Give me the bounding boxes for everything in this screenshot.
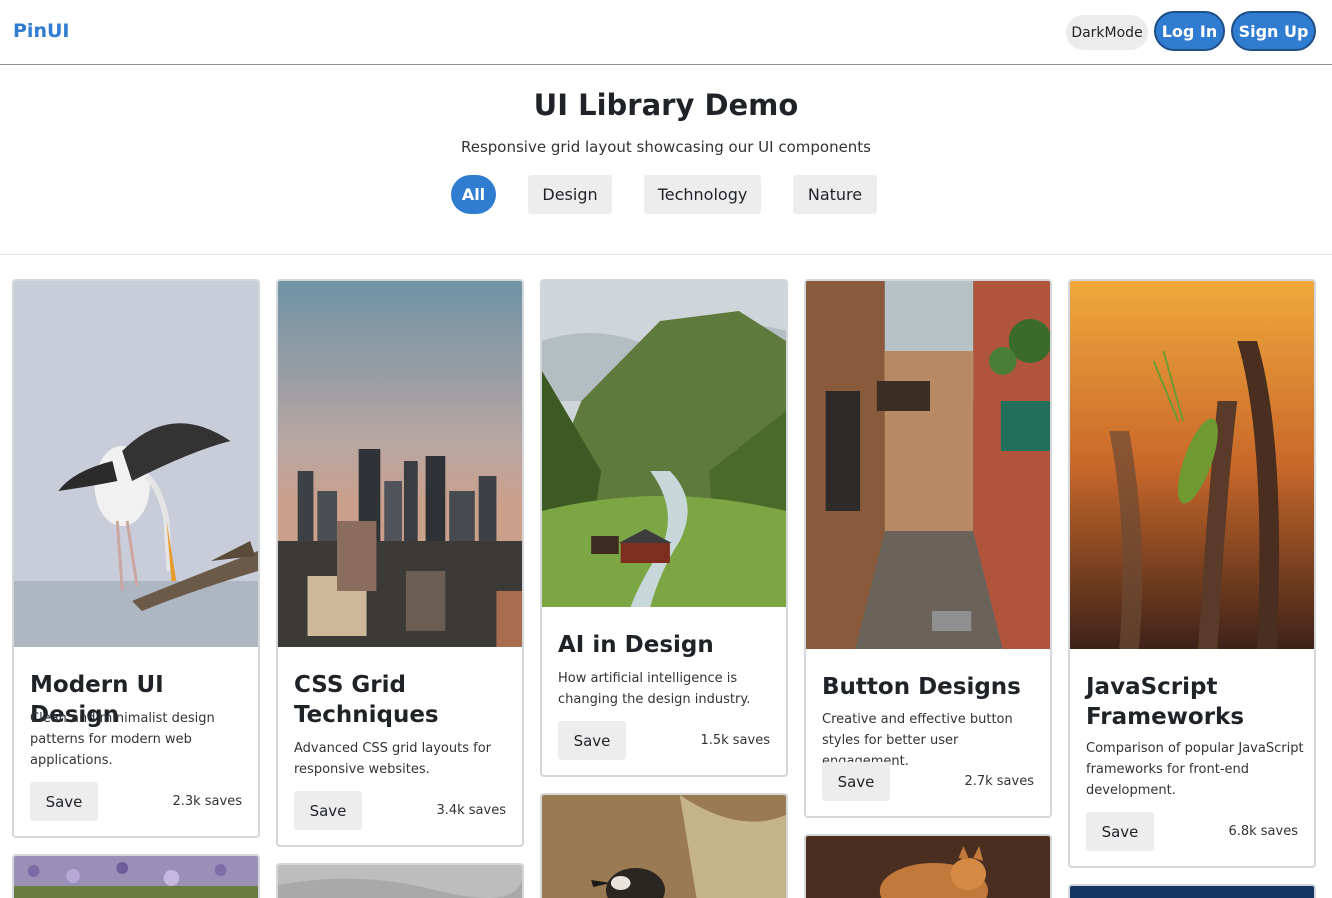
card-image-city[interactable]: [278, 281, 522, 647]
card-title: Button Designs: [822, 674, 1021, 700]
card-title: CSS Grid Techniques: [294, 672, 439, 728]
card-css-grid-techniques[interactable]: CSS Grid Techniques Advanced CSS grid la…: [276, 279, 524, 847]
filter-design[interactable]: Design: [528, 175, 612, 214]
filter-technology[interactable]: Technology: [644, 175, 761, 214]
card-image-dog[interactable]: [806, 836, 1050, 898]
card-javascript-frameworks[interactable]: JavaScript Frameworks Comparison of popu…: [1068, 279, 1316, 868]
save-button[interactable]: Save: [1086, 812, 1154, 851]
card-image-gray-texture[interactable]: [278, 865, 522, 898]
card-image-alley[interactable]: [806, 281, 1050, 649]
save-button[interactable]: Save: [558, 721, 626, 760]
card-image-grasshopper[interactable]: [1070, 281, 1314, 649]
login-button[interactable]: Log In: [1154, 11, 1225, 51]
card-description: Clean and minimalist design patterns for…: [30, 711, 215, 768]
card-image-flowers[interactable]: [14, 856, 258, 898]
page-subtitle: Responsive grid layout showcasing our UI…: [460, 138, 872, 156]
card-description: How artificial intelligence is changing …: [558, 671, 751, 707]
save-count: 1.5k saves: [700, 733, 770, 748]
save-button[interactable]: Save: [30, 782, 98, 821]
brand-logo[interactable]: PinUI: [13, 20, 69, 42]
card-description: Comparison of popular JavaScript framewo…: [1086, 741, 1304, 798]
card-description: Advanced CSS grid layouts for responsive…: [294, 741, 491, 777]
page-title: UI Library Demo: [533, 88, 799, 122]
card-image-stork[interactable]: [14, 281, 258, 647]
card-image-valley[interactable]: [542, 281, 786, 607]
save-button[interactable]: Save: [822, 762, 890, 801]
top-nav: PinUI DarkMode Log In Sign Up: [0, 0, 1332, 65]
card-title: AI in Design: [558, 632, 714, 658]
card-button-designs[interactable]: Button Designs Creative and effective bu…: [804, 279, 1052, 818]
card-ai-in-design[interactable]: AI in Design How artificial intelligence…: [540, 279, 788, 777]
card-image-blue[interactable]: [1070, 886, 1314, 898]
card-partial-gray[interactable]: [276, 863, 524, 898]
save-button[interactable]: Save: [294, 791, 362, 830]
save-count: 6.8k saves: [1228, 824, 1298, 839]
card-partial-flowers[interactable]: [12, 854, 260, 898]
darkmode-toggle[interactable]: DarkMode: [1066, 15, 1148, 50]
card-partial-bird[interactable]: [540, 793, 788, 898]
card-image-bird[interactable]: [542, 795, 786, 898]
card-partial-blue[interactable]: [1068, 884, 1316, 898]
hero-divider: [0, 254, 1332, 255]
save-count: 3.4k saves: [436, 803, 506, 818]
card-modern-ui-design[interactable]: Modern UI Design Clean and minimalist de…: [12, 279, 260, 838]
card-partial-dog[interactable]: [804, 834, 1052, 898]
filter-nature[interactable]: Nature: [793, 175, 877, 214]
save-count: 2.7k saves: [964, 774, 1034, 789]
card-title: JavaScript Frameworks: [1086, 674, 1245, 730]
save-count: 2.3k saves: [172, 794, 242, 809]
signup-button[interactable]: Sign Up: [1231, 11, 1316, 51]
filter-all[interactable]: All: [451, 175, 496, 214]
